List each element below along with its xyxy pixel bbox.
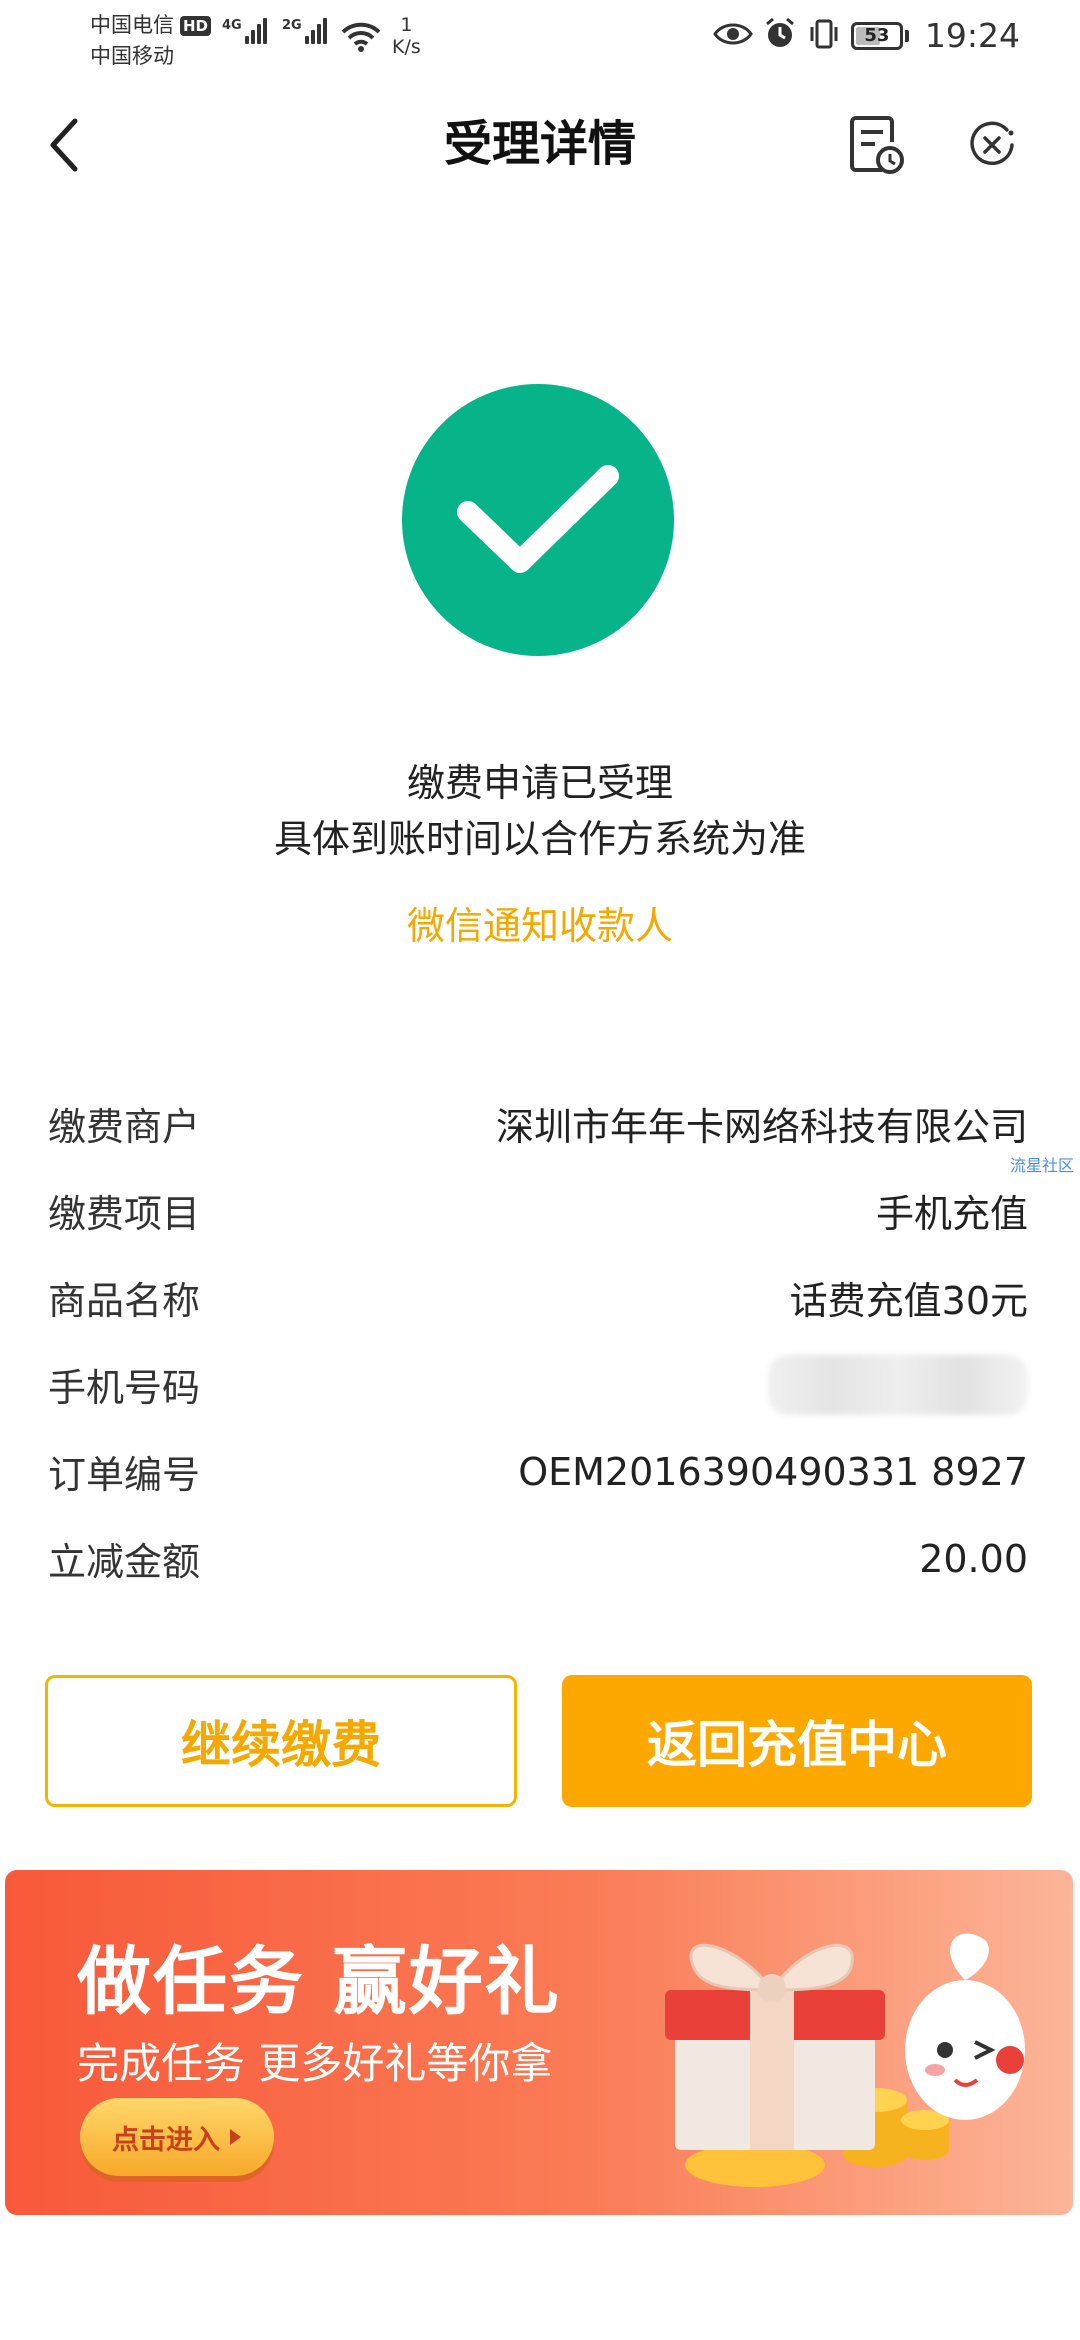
banner-enter-button[interactable]: 点击进入 [80,2098,274,2176]
signal-1-network: 4G [222,18,242,33]
signal-icon-1: 4G [222,18,267,44]
eye-icon [713,20,753,52]
gift-box-illustration [665,1933,1025,2187]
details-list: 缴费商户 深圳市年年卡网络科技有限公司 缴费项目 手机充值 商品名称 话费充值3… [48,1080,1028,1602]
detail-label: 缴费商户 [48,1105,201,1149]
header: 受理详情 [0,90,1080,200]
clock: 19:24 [924,16,1020,55]
carrier-2: 中国移动 [90,44,174,68]
success-icon [402,384,674,656]
detail-label: 缴费项目 [48,1192,201,1236]
detail-value: 深圳市年年卡网络科技有限公司 [495,1105,1028,1149]
order-number: OEM2016390490331 8927 [518,1449,1028,1494]
signal-2-network: 2G [282,18,302,33]
detail-label: 订单编号 [48,1453,201,1497]
right-status: 53 19:24 [713,16,1020,55]
carrier-1: 中国电信 [90,13,174,37]
detail-row-merchant: 缴费商户 深圳市年年卡网络科技有限公司 [48,1080,1028,1167]
signal-icon-2: 2G [282,18,327,44]
detail-row-order: 订单编号 OEM2016390490331 8927 [48,1428,1028,1515]
return-recharge-center-button[interactable]: 返回充值中心 [562,1675,1032,1807]
detail-label: 商品名称 [48,1279,201,1323]
detail-row-product: 商品名称 话费充值30元 [48,1254,1028,1341]
vibrate-icon [807,17,841,55]
carrier-info: 中国电信 HD 中国移动 [90,10,212,72]
detail-value: 20.00 [919,1536,1028,1581]
record-button[interactable] [840,108,914,182]
promo-banner[interactable]: 做任务 赢好礼 完成任务 更多好礼等你拿 点击进入 [5,1870,1073,2215]
play-arrow-icon [228,2122,242,2153]
battery-percent: 53 [864,25,890,46]
document-clock-icon [850,116,904,174]
detail-row-discount: 立减金额 20.00 [48,1515,1028,1602]
close-circle-icon [970,121,1014,166]
phone-number-redacted [768,1354,1028,1415]
speed-unit: K/s [392,36,421,58]
checkmark-icon [457,465,619,573]
wechat-notify-link[interactable]: 微信通知收款人 [0,895,1080,950]
speed-value: 1 [400,14,413,36]
battery-icon: 53 [850,21,909,50]
detail-label: 立减金额 [48,1540,201,1584]
continue-payment-button[interactable]: 继续缴费 [45,1675,517,1807]
hd-badge: HD [180,15,212,36]
result-line-2: 具体到账时间以合作方系统为准 [273,817,806,861]
detail-value: 手机充值 [875,1192,1028,1236]
alarm-icon [763,17,797,55]
wifi-icon [340,20,382,58]
page-title: 受理详情 [443,116,636,172]
detail-row-phone: 手机号码 [48,1341,1028,1428]
close-button[interactable] [955,108,1029,182]
banner-subtitle: 完成任务 更多好礼等你拿 [77,2039,553,2088]
detail-row-item: 缴费项目 手机充值 [48,1167,1028,1254]
result-line-1: 缴费申请已受理 [406,761,673,805]
detail-label: 手机号码 [48,1366,201,1410]
detail-value: 话费充值30元 [789,1279,1028,1323]
status-bar: 中国电信 HD 中国移动 4G 2G 1 K/s 53 19:24 [0,0,1080,80]
banner-enter-label: 点击进入 [112,2124,220,2156]
banner-title: 做任务 赢好礼 [77,1939,561,2025]
network-speed: 1 K/s [392,14,421,58]
